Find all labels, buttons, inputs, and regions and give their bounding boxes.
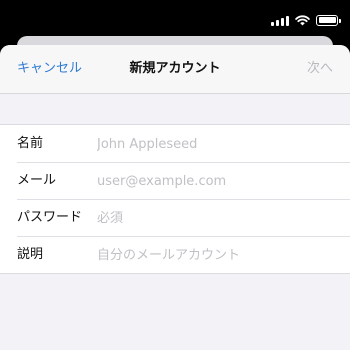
status-bar <box>0 0 350 38</box>
form-row-name: 名前 <box>0 125 350 162</box>
status-icons <box>271 13 341 27</box>
battery-fill <box>318 17 336 23</box>
cellular-signal-icon <box>271 15 289 26</box>
new-account-sheet: キャンセル 新規アカウント 次へ 名前 メール パスワード 説明 <box>0 45 350 350</box>
password-label: パスワード <box>17 210 83 225</box>
description-label: 説明 <box>17 247 44 262</box>
email-field[interactable] <box>95 170 339 192</box>
name-field[interactable] <box>95 133 339 155</box>
next-button[interactable]: 次へ <box>307 61 333 77</box>
form-row-email: メール <box>0 162 350 199</box>
screen: キャンセル 新規アカウント 次へ 名前 メール パスワード 説明 <box>0 0 350 350</box>
form-row-description: 説明 <box>0 236 350 273</box>
wifi-icon <box>295 14 310 25</box>
description-field[interactable] <box>95 244 339 266</box>
page-title: 新規アカウント <box>129 61 221 76</box>
navigation-bar: キャンセル 新規アカウント 次へ <box>0 45 350 94</box>
email-label: メール <box>17 173 57 188</box>
account-form: 名前 メール パスワード 説明 <box>0 124 350 274</box>
name-label: 名前 <box>17 136 44 151</box>
form-row-password: パスワード <box>0 199 350 236</box>
battery-icon <box>316 14 341 26</box>
password-field[interactable] <box>95 207 339 229</box>
